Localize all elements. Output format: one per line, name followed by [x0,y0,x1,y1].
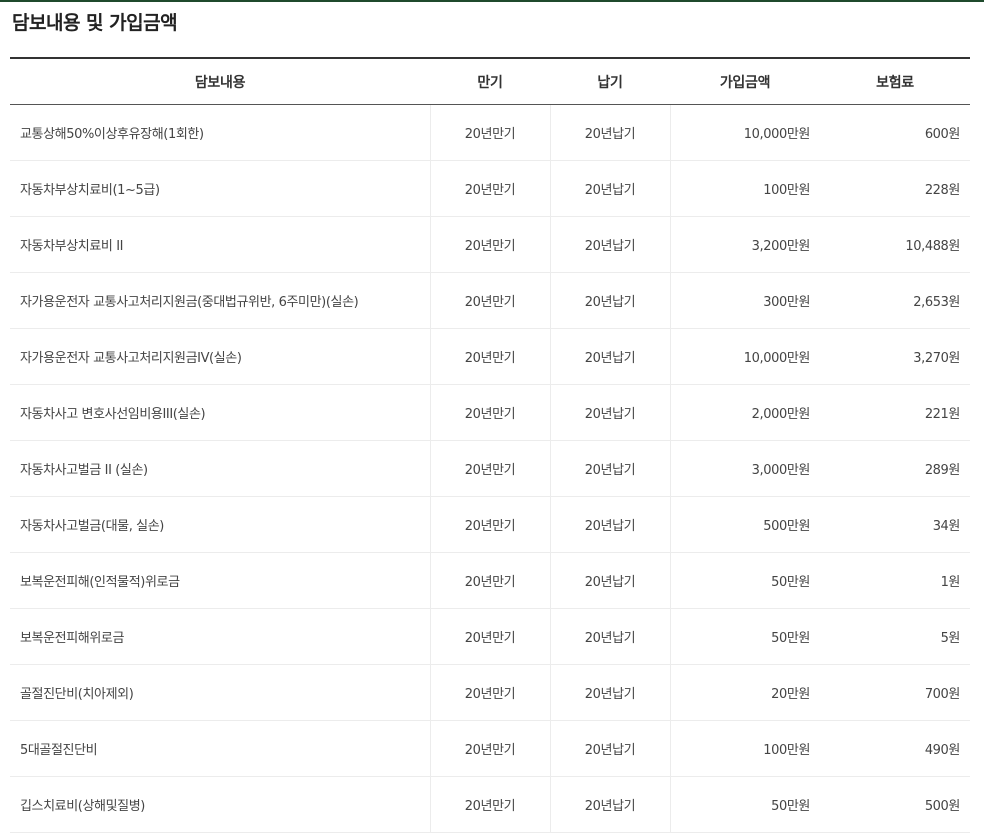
top-accent-line [0,0,984,2]
header-coverage: 담보내용 [10,58,430,105]
coverage-premium: 5원 [820,609,970,665]
coverage-name: 골절진단비(치아제외) [10,665,430,721]
coverage-amount: 10,000만원 [670,105,820,161]
coverage-table: 담보내용 만기 납기 가입금액 보험료 교통상해50%이상후유장해(1회한) 2… [10,57,970,833]
table-row: 자동차사고 변호사선임비용III(실손) 20년만기 20년납기 2,000만원… [10,385,970,441]
coverage-name: 교통상해50%이상후유장해(1회한) [10,105,430,161]
table-row: 깁스치료비(상해및질병) 20년만기 20년납기 50만원 500원 [10,777,970,833]
coverage-premium: 700원 [820,665,970,721]
table-row: 자동차사고벌금(대물, 실손) 20년만기 20년납기 500만원 34원 [10,497,970,553]
coverage-term: 20년만기 [430,161,550,217]
coverage-payment-period: 20년납기 [550,329,670,385]
coverage-term: 20년만기 [430,441,550,497]
table-row: 보복운전피해(인적물적)위로금 20년만기 20년납기 50만원 1원 [10,553,970,609]
table-row: 자가용운전자 교통사고처리지원금IV(실손) 20년만기 20년납기 10,00… [10,329,970,385]
coverage-term: 20년만기 [430,777,550,833]
table-row: 골절진단비(치아제외) 20년만기 20년납기 20만원 700원 [10,665,970,721]
section-title: 담보내용 및 가입금액 [12,8,177,35]
table-header-row: 담보내용 만기 납기 가입금액 보험료 [10,58,970,105]
header-premium: 보험료 [820,58,970,105]
coverage-amount: 3,000만원 [670,441,820,497]
table-row: 보복운전피해위로금 20년만기 20년납기 50만원 5원 [10,609,970,665]
table-row: 자동차부상치료비 II 20년만기 20년납기 3,200만원 10,488원 [10,217,970,273]
header-term: 만기 [430,58,550,105]
coverage-premium: 1원 [820,553,970,609]
coverage-term: 20년만기 [430,273,550,329]
coverage-premium: 2,653원 [820,273,970,329]
coverage-payment-period: 20년납기 [550,721,670,777]
coverage-term: 20년만기 [430,721,550,777]
coverage-amount: 10,000만원 [670,329,820,385]
coverage-term: 20년만기 [430,329,550,385]
coverage-term: 20년만기 [430,105,550,161]
coverage-payment-period: 20년납기 [550,273,670,329]
coverage-name: 자동차부상치료비 II [10,217,430,273]
coverage-name: 보복운전피해위로금 [10,609,430,665]
coverage-amount: 100만원 [670,161,820,217]
coverage-amount: 20만원 [670,665,820,721]
table-row: 5대골절진단비 20년만기 20년납기 100만원 490원 [10,721,970,777]
coverage-payment-period: 20년납기 [550,161,670,217]
coverage-payment-period: 20년납기 [550,553,670,609]
coverage-amount: 2,000만원 [670,385,820,441]
coverage-term: 20년만기 [430,553,550,609]
coverage-term: 20년만기 [430,217,550,273]
coverage-amount: 100만원 [670,721,820,777]
coverage-premium: 500원 [820,777,970,833]
header-payment-period: 납기 [550,58,670,105]
coverage-payment-period: 20년납기 [550,497,670,553]
coverage-name: 자동차사고 변호사선임비용III(실손) [10,385,430,441]
coverage-payment-period: 20년납기 [550,217,670,273]
coverage-name: 자가용운전자 교통사고처리지원금IV(실손) [10,329,430,385]
coverage-name: 자동차사고벌금 II (실손) [10,441,430,497]
coverage-name: 5대골절진단비 [10,721,430,777]
coverage-payment-period: 20년납기 [550,105,670,161]
coverage-premium: 3,270원 [820,329,970,385]
table-row: 자가용운전자 교통사고처리지원금(중대법규위반, 6주미만)(실손) 20년만기… [10,273,970,329]
coverage-name: 깁스치료비(상해및질병) [10,777,430,833]
coverage-amount: 300만원 [670,273,820,329]
coverage-payment-period: 20년납기 [550,777,670,833]
coverage-premium: 10,488원 [820,217,970,273]
coverage-premium: 490원 [820,721,970,777]
coverage-premium: 228원 [820,161,970,217]
coverage-name: 보복운전피해(인적물적)위로금 [10,553,430,609]
coverage-term: 20년만기 [430,385,550,441]
coverage-payment-period: 20년납기 [550,385,670,441]
coverage-premium: 221원 [820,385,970,441]
table-row: 자동차부상치료비(1~5급) 20년만기 20년납기 100만원 228원 [10,161,970,217]
coverage-payment-period: 20년납기 [550,665,670,721]
table-row: 교통상해50%이상후유장해(1회한) 20년만기 20년납기 10,000만원 … [10,105,970,161]
coverage-premium: 600원 [820,105,970,161]
coverage-premium: 34원 [820,497,970,553]
coverage-amount: 50만원 [670,553,820,609]
coverage-premium: 289원 [820,441,970,497]
coverage-name: 자동차사고벌금(대물, 실손) [10,497,430,553]
coverage-term: 20년만기 [430,665,550,721]
coverage-term: 20년만기 [430,497,550,553]
coverage-name: 자가용운전자 교통사고처리지원금(중대법규위반, 6주미만)(실손) [10,273,430,329]
coverage-term: 20년만기 [430,609,550,665]
coverage-payment-period: 20년납기 [550,609,670,665]
header-amount: 가입금액 [670,58,820,105]
coverage-payment-period: 20년납기 [550,441,670,497]
coverage-amount: 500만원 [670,497,820,553]
coverage-name: 자동차부상치료비(1~5급) [10,161,430,217]
coverage-amount: 50만원 [670,609,820,665]
coverage-amount: 3,200만원 [670,217,820,273]
table-row: 자동차사고벌금 II (실손) 20년만기 20년납기 3,000만원 289원 [10,441,970,497]
coverage-amount: 50만원 [670,777,820,833]
